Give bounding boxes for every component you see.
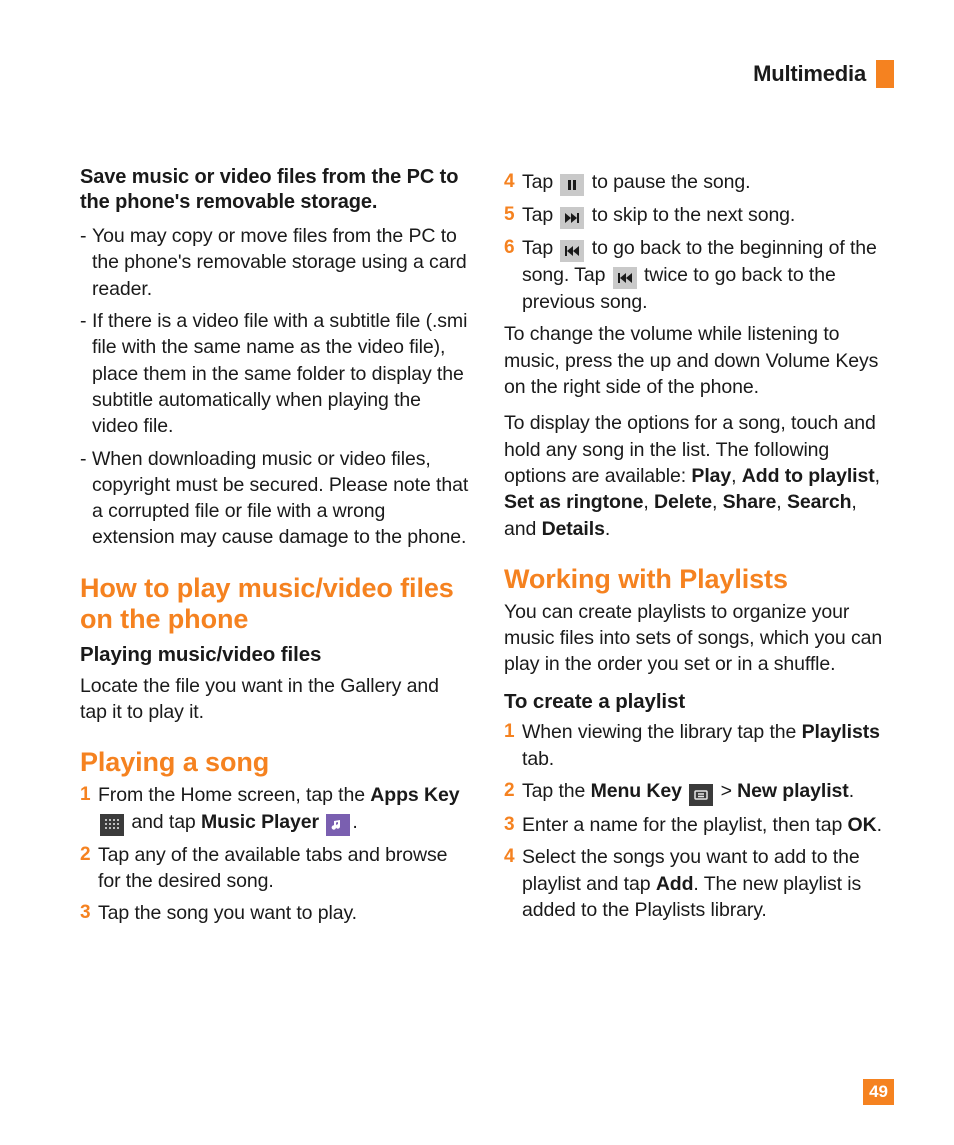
list-item: - You may copy or move files from the PC… <box>80 223 470 302</box>
dash-list: - You may copy or move files from the PC… <box>80 223 470 551</box>
list-item: 3 Enter a name for the playlist, then ta… <box>504 812 894 838</box>
header-title: Multimedia <box>753 61 866 87</box>
list-item: 1 From the Home screen, tap the Apps Key… <box>80 782 470 835</box>
apps-key-icon <box>100 814 124 836</box>
previous-icon <box>613 267 637 289</box>
next-icon <box>560 207 584 229</box>
numbered-list: 1 When viewing the library tap the Playl… <box>504 719 894 923</box>
list-item: - When downloading music or video files,… <box>80 446 470 551</box>
list-item: 6 Tap to go back to the beginning of the… <box>504 235 894 315</box>
list-item: 4 Tap to pause the song. <box>504 169 894 196</box>
list-item: 3 Tap the song you want to play. <box>80 900 470 926</box>
previous-icon <box>560 240 584 262</box>
page-header: Multimedia <box>753 60 894 88</box>
list-item: - If there is a video file with a subtit… <box>80 308 470 440</box>
music-player-icon <box>326 814 350 836</box>
list-item: 2 Tap the Menu Key > New playlist. <box>504 778 894 806</box>
paragraph: You can create playlists to organize you… <box>504 599 894 678</box>
numbered-list: 1 From the Home screen, tap the Apps Key… <box>80 782 470 926</box>
section-heading: Playing a song <box>80 747 470 778</box>
paragraph: To change the volume while listening to … <box>504 321 894 400</box>
list-item: 1 When viewing the library tap the Playl… <box>504 719 894 772</box>
header-accent <box>876 60 894 88</box>
page-number: 49 <box>863 1079 894 1105</box>
list-item: 5 Tap to skip to the next song. <box>504 202 894 229</box>
sub-heading: To create a playlist <box>504 688 894 716</box>
menu-key-icon <box>689 784 713 806</box>
manual-page: Multimedia Save music or video files fro… <box>0 0 954 1145</box>
columns: Save music or video files from the PC to… <box>80 165 894 932</box>
numbered-list: 4 Tap to pause the song. 5 Tap to skip t… <box>504 169 894 315</box>
right-column: 4 Tap to pause the song. 5 Tap to skip t… <box>504 165 894 932</box>
left-column: Save music or video files from the PC to… <box>80 165 470 932</box>
intro-heading: Save music or video files from the PC to… <box>80 165 470 215</box>
section-heading: Working with Playlists <box>504 564 894 595</box>
paragraph: Locate the file you want in the Gallery … <box>80 673 470 726</box>
pause-icon <box>560 174 584 196</box>
list-item: 2 Tap any of the available tabs and brow… <box>80 842 470 895</box>
section-heading: How to play music/video files on the pho… <box>80 573 470 635</box>
list-item: 4 Select the songs you want to add to th… <box>504 844 894 923</box>
sub-heading: Playing music/video files <box>80 641 470 669</box>
paragraph-options: To display the options for a song, touch… <box>504 410 894 542</box>
